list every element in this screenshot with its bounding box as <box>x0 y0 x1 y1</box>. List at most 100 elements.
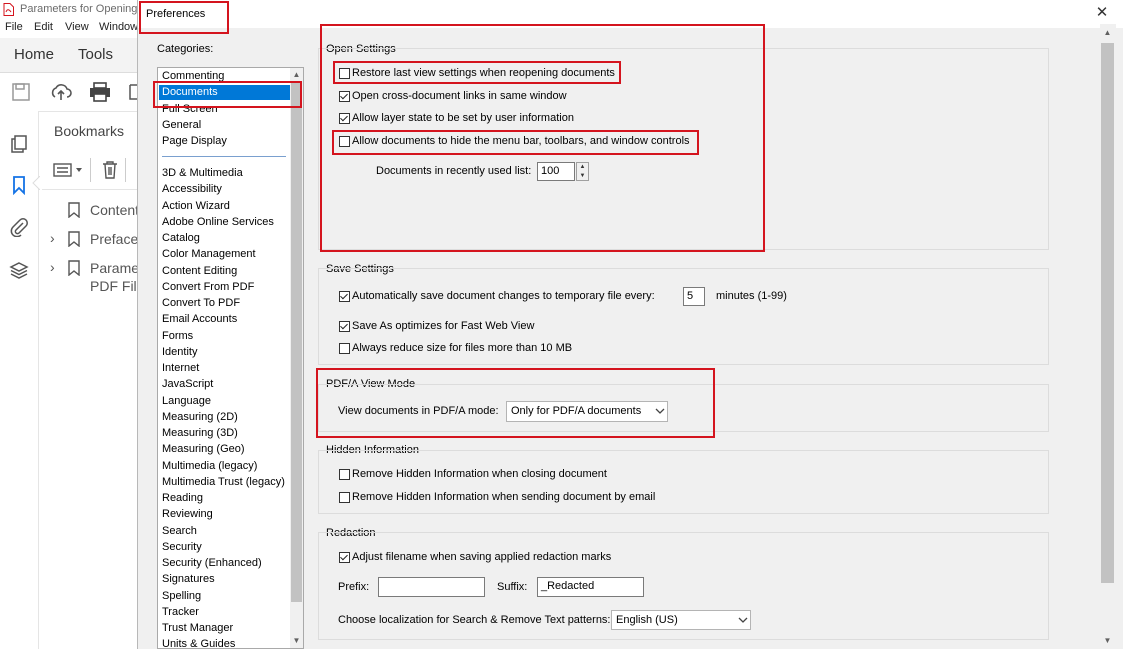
category-item[interactable]: 3D & Multimedia <box>162 167 243 179</box>
prefix-input[interactable] <box>378 577 485 597</box>
email-icon[interactable] <box>129 83 137 101</box>
category-item[interactable]: Page Display <box>162 135 227 147</box>
category-item[interactable]: Signatures <box>162 573 215 585</box>
remove-on-close-label: Remove Hidden Information when closing d… <box>352 468 607 480</box>
print-icon[interactable] <box>89 82 111 102</box>
tab-tools[interactable]: Tools <box>78 46 113 63</box>
delete-bookmark-icon[interactable] <box>101 160 119 180</box>
chevron-right-icon[interactable]: › <box>50 230 55 246</box>
category-item[interactable]: Measuring (Geo) <box>162 443 245 455</box>
scroll-down-icon[interactable]: ▼ <box>290 636 303 645</box>
suffix-label: Suffix: <box>497 581 528 593</box>
chevron-down-icon <box>738 617 748 623</box>
layers-icon[interactable] <box>9 260 29 280</box>
category-item[interactable]: Measuring (2D) <box>162 411 238 423</box>
category-item[interactable]: Reviewing <box>162 508 213 520</box>
category-item[interactable]: Units & Guides <box>162 638 235 650</box>
tab-home[interactable]: Home <box>14 46 54 63</box>
rail-pointer-icon <box>32 176 40 190</box>
category-item[interactable]: Security <box>162 541 202 553</box>
pdf-file-icon <box>3 3 14 16</box>
save-icon[interactable] <box>11 82 31 102</box>
autosave-unit-label: minutes (1-99) <box>716 290 787 302</box>
pages-icon[interactable] <box>9 134 29 154</box>
bookmark-content[interactable]: Content <box>90 202 139 218</box>
category-item[interactable]: Language <box>162 395 211 407</box>
highlight-box-pdfa <box>316 368 715 438</box>
adjust-filename-label: Adjust filename when saving applied reda… <box>352 551 612 563</box>
menu-view[interactable]: View <box>65 21 89 33</box>
close-button[interactable]: ✕ <box>1092 4 1112 22</box>
localization-select[interactable]: English (US) <box>611 610 751 630</box>
app-window-title: Parameters for Opening <box>20 3 138 15</box>
remove-on-close-checkbox[interactable] <box>339 469 350 480</box>
menu-file[interactable]: File <box>5 21 23 33</box>
category-item[interactable]: Identity <box>162 346 197 358</box>
bookmark-item-icon <box>68 231 80 247</box>
category-item[interactable]: Multimedia Trust (legacy) <box>162 476 285 488</box>
chevron-right-icon[interactable]: › <box>50 259 55 275</box>
category-item[interactable]: JavaScript <box>162 378 213 390</box>
category-item[interactable]: Internet <box>162 362 199 374</box>
categories-label: Categories: <box>157 43 214 55</box>
options-menu-icon[interactable] <box>53 162 85 178</box>
category-item[interactable]: Action Wizard <box>162 200 230 212</box>
category-item[interactable]: Measuring (3D) <box>162 427 238 439</box>
category-item[interactable]: Search <box>162 525 197 537</box>
bookmark-item-icon <box>68 202 80 218</box>
bookmark-icon[interactable] <box>9 175 29 195</box>
autosave-minutes-input[interactable]: 5 <box>683 287 705 306</box>
menu-window[interactable]: Window <box>99 21 138 33</box>
autosave-label: Automatically save document changes to t… <box>352 290 655 302</box>
upload-cloud-icon[interactable] <box>50 81 72 103</box>
highlight-box-restore <box>333 61 621 84</box>
category-item[interactable]: Email Accounts <box>162 313 237 325</box>
scroll-up-icon[interactable]: ▲ <box>290 70 303 79</box>
bookmark-item-icon <box>68 260 80 276</box>
category-item[interactable]: Content Editing <box>162 265 237 277</box>
bookmark-preface[interactable]: Preface <box>90 231 138 247</box>
adjust-filename-checkbox[interactable] <box>339 552 350 563</box>
suffix-input[interactable]: _Redacted <box>537 577 644 597</box>
category-item[interactable]: Spelling <box>162 590 201 602</box>
category-item[interactable]: Convert From PDF <box>162 281 254 293</box>
localization-value: English (US) <box>616 614 678 626</box>
category-item[interactable]: Color Management <box>162 248 256 260</box>
left-navigation-rail <box>0 111 39 649</box>
menu-edit[interactable]: Edit <box>34 21 53 33</box>
bookmarks-toolbar <box>42 153 137 190</box>
scroll-up-icon[interactable]: ▲ <box>1101 28 1114 37</box>
reduce-size-label: Always reduce size for files more than 1… <box>352 342 573 354</box>
autosave-checkbox[interactable] <box>339 291 350 302</box>
fast-web-checkbox[interactable] <box>339 321 350 332</box>
category-item[interactable]: Convert To PDF <box>162 297 240 309</box>
reduce-size-checkbox[interactable] <box>339 343 350 354</box>
highlight-box-title <box>139 1 229 34</box>
localization-label: Choose localization for Search & Remove … <box>338 614 611 626</box>
attachment-icon[interactable] <box>9 217 29 237</box>
scroll-down-icon[interactable]: ▼ <box>1101 636 1114 645</box>
category-item[interactable]: Adobe Online Services <box>162 216 274 228</box>
highlight-box-hide-menu <box>332 130 699 155</box>
category-item[interactable]: General <box>162 119 201 131</box>
category-item[interactable]: Accessibility <box>162 183 222 195</box>
remove-on-email-checkbox[interactable] <box>339 492 350 503</box>
highlight-box-documents <box>153 81 302 108</box>
bookmark-parameters[interactable]: Paramet <box>90 260 143 276</box>
category-item[interactable]: Trust Manager <box>162 622 233 634</box>
app-toolbar <box>0 73 137 112</box>
category-item[interactable]: Security (Enhanced) <box>162 557 262 569</box>
hidden-info-group <box>318 450 1049 514</box>
category-item[interactable]: Reading <box>162 492 203 504</box>
category-item[interactable]: Catalog <box>162 232 200 244</box>
categories-separator <box>162 156 286 157</box>
category-item[interactable]: Tracker <box>162 606 199 618</box>
categories-scroll-thumb[interactable] <box>291 82 302 602</box>
fast-web-label: Save As optimizes for Fast Web View <box>352 320 535 332</box>
prefix-label: Prefix: <box>338 581 370 593</box>
bookmarks-title: Bookmarks <box>54 123 125 139</box>
remove-on-email-label: Remove Hidden Information when sending d… <box>352 491 656 503</box>
settings-scroll-thumb[interactable] <box>1101 43 1114 583</box>
category-item[interactable]: Multimedia (legacy) <box>162 460 257 472</box>
category-item[interactable]: Forms <box>162 330 193 342</box>
